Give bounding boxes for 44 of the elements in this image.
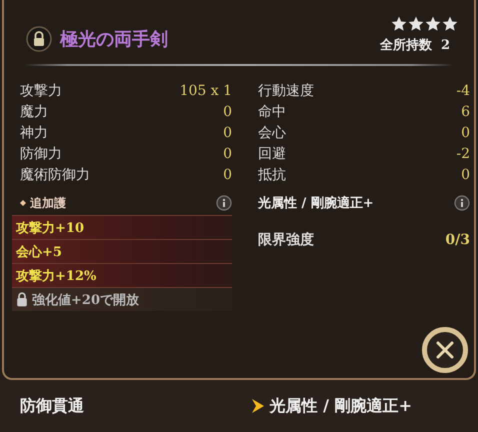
effect-row: 攻撃力+12% xyxy=(12,263,232,287)
stat-value: 0 xyxy=(223,124,232,140)
star-icon xyxy=(391,16,407,32)
info-icon[interactable] xyxy=(454,195,470,211)
diamond-icon xyxy=(20,200,26,206)
effect-row: 攻撃力+10 xyxy=(12,215,232,239)
limit-value: 0/3 xyxy=(445,232,470,248)
close-button[interactable] xyxy=(422,327,468,373)
owned-count: 全所持数 2 xyxy=(380,37,450,54)
stat-label: 抵抗 xyxy=(258,166,286,184)
stat-label: 会心 xyxy=(258,124,286,142)
footer-text: 光属性 / 剛腕適正+ xyxy=(270,396,412,416)
locked-effect: 強化値+20で開放 xyxy=(12,287,232,311)
star-icon xyxy=(425,16,441,32)
stat-value: 0 xyxy=(223,104,232,120)
stat-label: 魔力 xyxy=(20,102,48,120)
stat-value: -4 xyxy=(456,82,470,98)
star-icon xyxy=(442,16,458,32)
attribute-text: 光属性 / 剛腕適正+ xyxy=(258,194,374,212)
effect-row: 会心+5 xyxy=(12,239,232,263)
stat-label: 魔術防御力 xyxy=(20,166,90,184)
stat-label: 神力 xyxy=(20,124,48,142)
info-icon[interactable] xyxy=(216,195,232,211)
item-name: 極光の両手剣 xyxy=(60,28,168,51)
stat-value: 0 xyxy=(461,124,470,140)
limit-label: 限界強度 xyxy=(258,231,314,249)
stat-value: 0 xyxy=(223,166,232,182)
close-icon xyxy=(435,340,455,360)
stat-label: 行動速度 xyxy=(258,82,314,100)
stat-value: 0 xyxy=(223,146,232,162)
section-title: 追加護 xyxy=(20,194,66,212)
arrow-icon xyxy=(252,399,264,413)
stat-value: -2 xyxy=(456,146,470,162)
lock-icon[interactable] xyxy=(26,26,52,52)
stat-value: 105 x 1 xyxy=(180,82,232,98)
footer-text: 防御貫通 xyxy=(20,396,84,416)
stat-label: 攻撃力 xyxy=(20,82,62,100)
stat-label: 回避 xyxy=(258,144,286,162)
stat-label: 防御力 xyxy=(20,144,62,162)
stat-label: 命中 xyxy=(258,102,286,120)
stat-value: 6 xyxy=(461,104,470,120)
stat-value: 0 xyxy=(461,166,470,182)
star-icon xyxy=(408,16,424,32)
lock-icon xyxy=(16,292,28,307)
